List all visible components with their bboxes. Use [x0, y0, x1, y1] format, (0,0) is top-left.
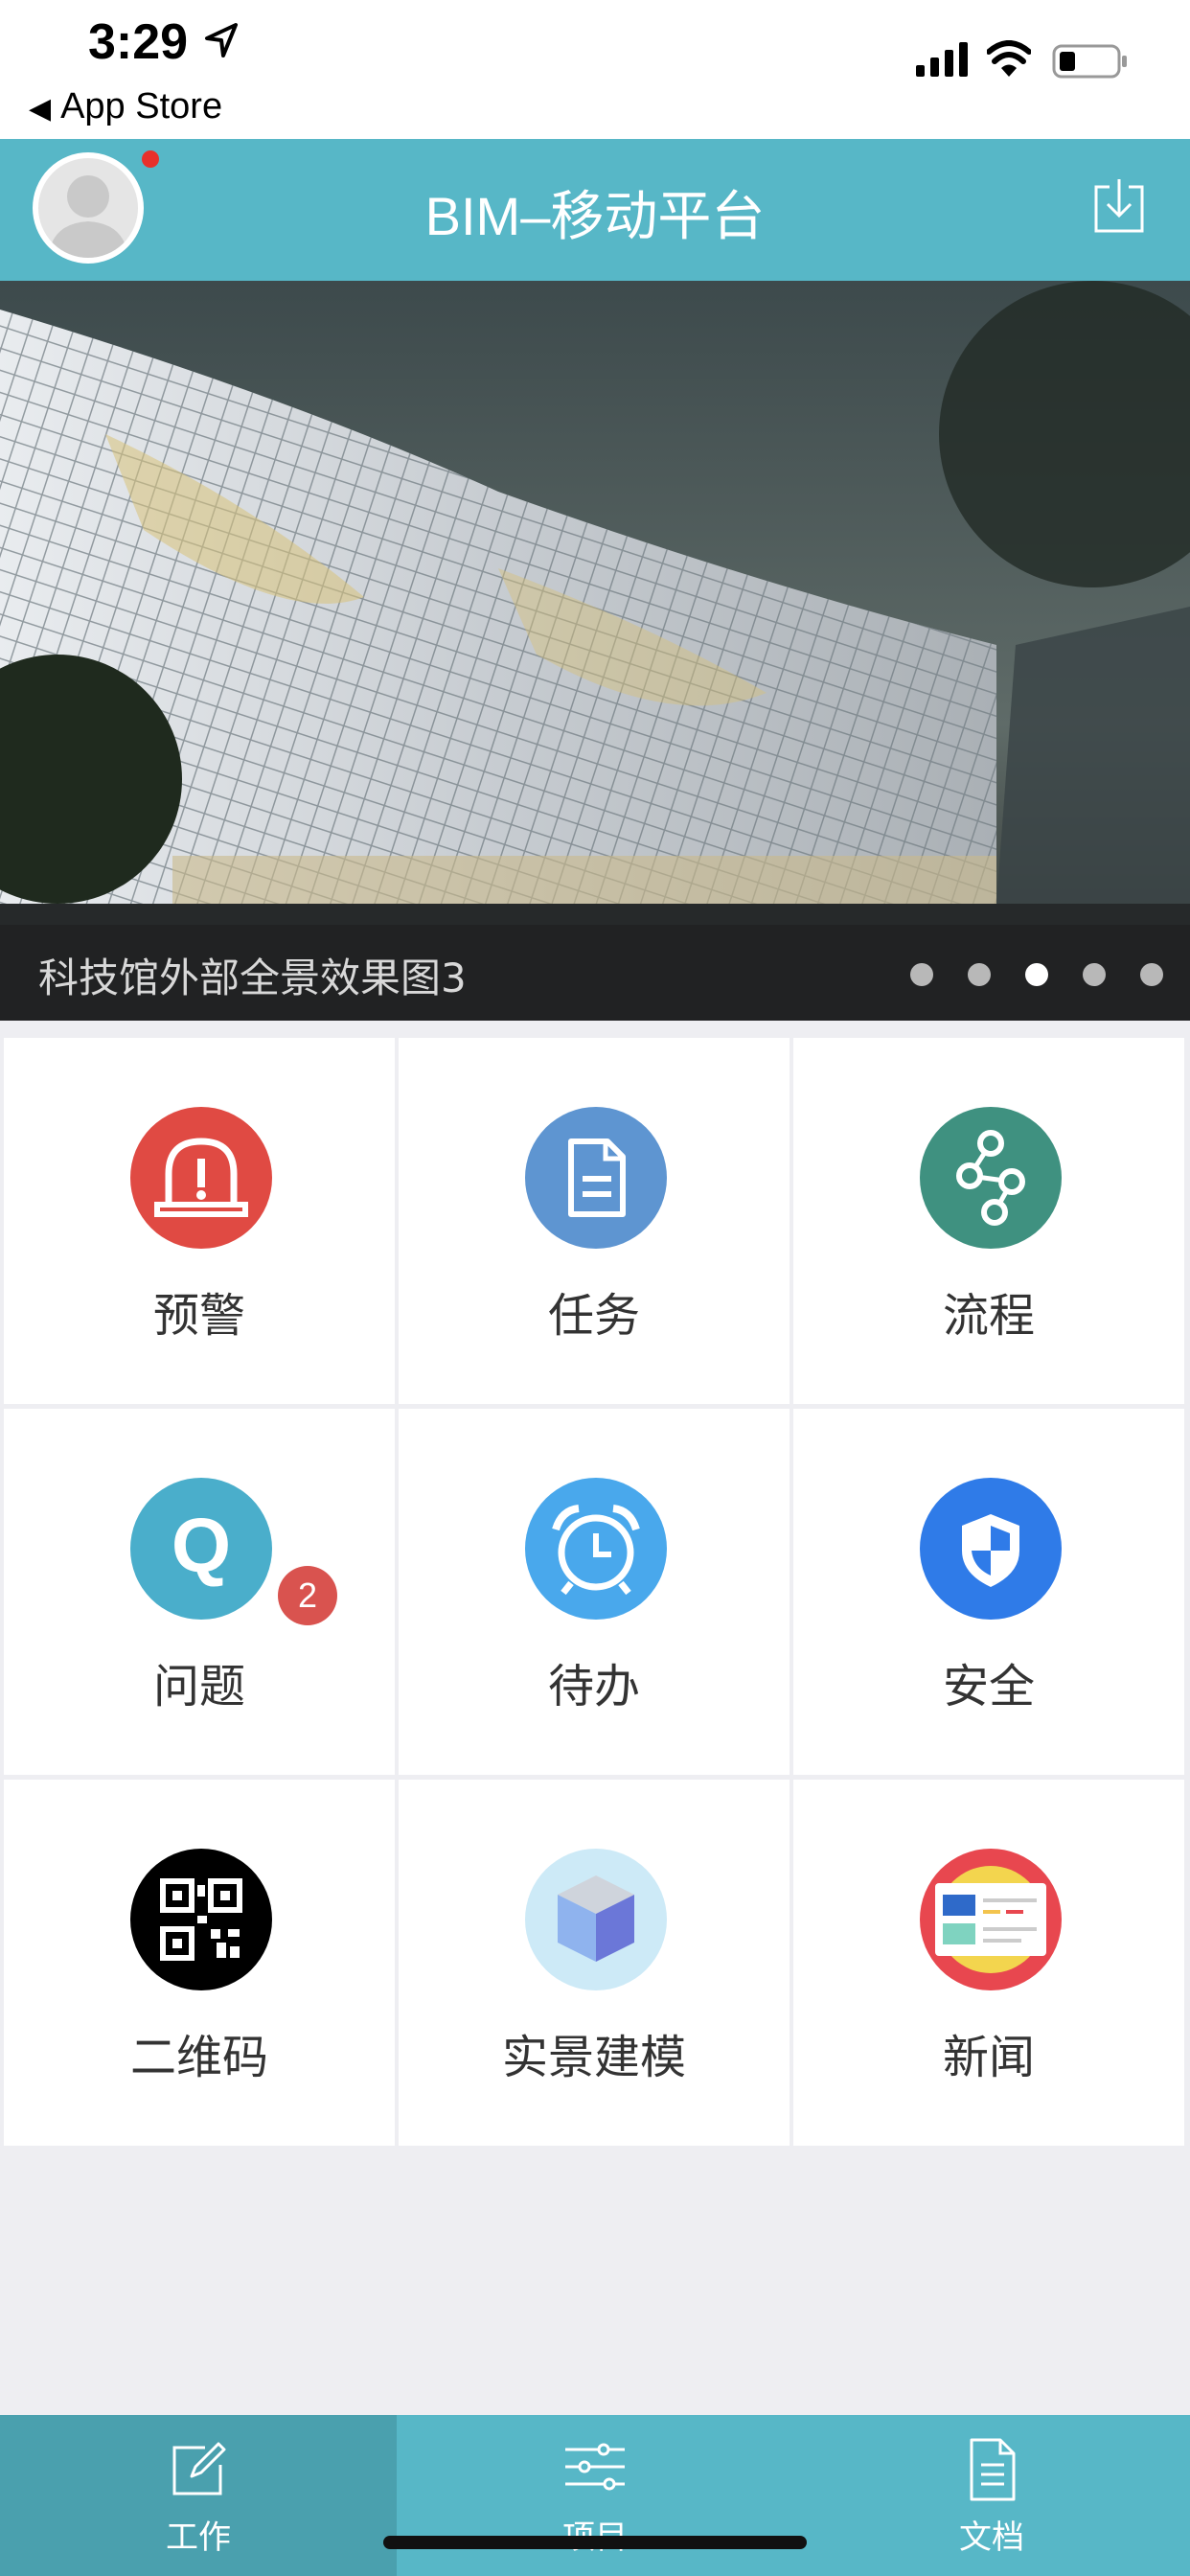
sliders-icon [565, 2443, 625, 2491]
home-indicator[interactable] [383, 2536, 807, 2549]
banner-image [0, 281, 1190, 1021]
alarm-warning-icon [130, 1107, 272, 1249]
news-icon [920, 1849, 1062, 1990]
carousel-dot[interactable] [910, 963, 933, 986]
tab-documents[interactable]: 文档 [793, 2415, 1190, 2576]
qr-code-icon [130, 1849, 272, 1990]
status-bar: 3:29 ◀ App Store [0, 0, 1190, 139]
grid-item-reality-modeling[interactable]: 实景建模 [399, 1780, 790, 2146]
carousel-dot[interactable] [1140, 963, 1163, 986]
grid-item-workflow[interactable]: 流程 [793, 1038, 1184, 1404]
shield-icon [920, 1478, 1062, 1620]
back-triangle-icon: ◀ [29, 93, 52, 125]
alarm-clock-icon [525, 1478, 667, 1620]
cube-icon [525, 1849, 667, 1990]
grid-item-issue[interactable]: Q 2 问题 [4, 1409, 395, 1775]
location-arrow-icon [205, 23, 238, 58]
grid-item-news[interactable]: 新闻 [793, 1780, 1184, 2146]
document-icon [970, 2438, 1016, 2501]
document-icon [525, 1107, 667, 1249]
battery-icon [1052, 44, 1127, 79]
carousel-indicators [910, 963, 1179, 986]
back-to-app-store-link[interactable]: ◀ App Store [29, 86, 222, 127]
grid-item-label: 新闻 [942, 2031, 1035, 2084]
grid-item-label: 流程 [942, 1289, 1035, 1343]
bottom-tab-bar: 工作 项目 文档 [0, 2415, 1190, 2576]
banner-carousel[interactable]: 科技馆外部全景效果图3 [0, 281, 1190, 1021]
grid-item-warning[interactable]: 预警 [4, 1038, 395, 1404]
grid-item-label: 问题 [152, 1660, 245, 1714]
carousel-dot[interactable] [968, 963, 991, 986]
grid-item-task[interactable]: 任务 [399, 1038, 790, 1404]
carousel-dot[interactable] [1083, 963, 1106, 986]
notification-dot [142, 150, 159, 168]
banner-caption: 科技馆外部全景效果图3 [38, 954, 467, 1001]
grid-item-label: 任务 [547, 1289, 640, 1343]
workflow-icon [920, 1107, 1062, 1249]
wifi-icon [987, 40, 1031, 77]
page-title: BIM–移动平台 [424, 186, 766, 246]
back-label: App Store [60, 86, 223, 126]
tab-label: 文档 [959, 2518, 1024, 2557]
grid-item-label: 待办 [547, 1660, 640, 1714]
grid-item-todo[interactable]: 待办 [399, 1409, 790, 1775]
tab-project[interactable]: 项目 [397, 2415, 793, 2576]
svg-text:Q: Q [172, 1503, 231, 1588]
grid-item-safety[interactable]: 安全 [793, 1409, 1184, 1775]
download-icon[interactable] [1092, 177, 1146, 235]
tab-label: 工作 [166, 2518, 231, 2557]
grid-item-label: 实景建模 [501, 2031, 686, 2084]
tab-label: 项目 [397, 2511, 793, 2558]
banner-caption-bar: 科技馆外部全景效果图3 [0, 925, 1190, 1021]
clock-time: 3:29 [88, 14, 189, 70]
carousel-dot-active[interactable] [1025, 963, 1048, 986]
app-header: BIM–移动平台 [0, 139, 1190, 281]
grid-item-qrcode[interactable]: 二维码 [4, 1780, 395, 2146]
issue-count-badge: 2 [278, 1566, 337, 1625]
signal-icon [916, 42, 968, 77]
edit-icon [172, 2442, 226, 2496]
grid-item-label: 安全 [942, 1660, 1035, 1714]
grid-item-label: 预警 [152, 1289, 245, 1343]
grid-item-label: 二维码 [129, 2031, 268, 2084]
function-grid: 预警 任务 流程 Q 2 问题 待办 安全 二维码 实景建模 新闻 [0, 1038, 1190, 2151]
question-q-icon: Q [130, 1478, 272, 1620]
tab-work[interactable]: 工作 [0, 2415, 397, 2576]
